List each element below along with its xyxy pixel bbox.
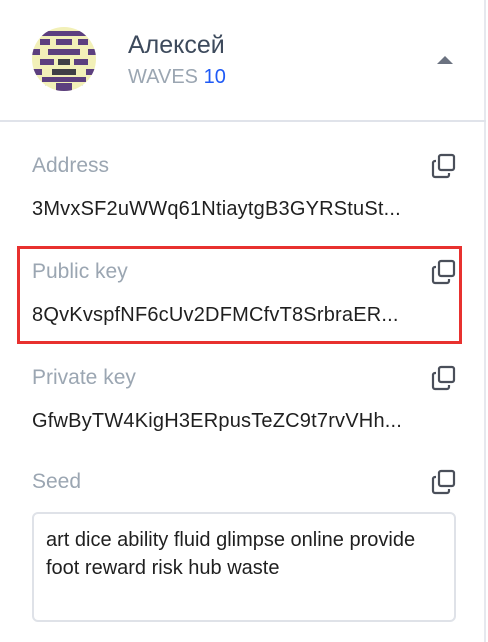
seed-textarea[interactable]: art dice ability fluid glimpse online pr… bbox=[32, 512, 456, 622]
public-key-field: Public key 8QvKvspfNF6cUv2DFMCfvT8SrbraE… bbox=[20, 246, 464, 346]
copy-icon bbox=[431, 365, 456, 391]
copy-icon bbox=[431, 259, 456, 285]
copy-seed-button[interactable] bbox=[430, 468, 458, 496]
copy-icon bbox=[431, 153, 456, 179]
copy-address-button[interactable] bbox=[430, 152, 458, 180]
copy-public-key-button[interactable] bbox=[430, 258, 458, 286]
address-field: Address 3MvxSF2uWWq61NtiaytgB3GYRStuSt..… bbox=[20, 152, 464, 240]
private-key-field: Private key GfwByTW4KigH3ERpusTeZC9t7rvV… bbox=[20, 364, 464, 454]
private-key-value[interactable]: GfwByTW4KigH3ERpusTeZC9t7rvVHh... bbox=[32, 408, 452, 434]
copy-private-key-button[interactable] bbox=[430, 364, 458, 392]
seed-field: Seed art dice ability fluid glimpse onli… bbox=[20, 468, 464, 642]
chevron-up-icon bbox=[437, 56, 453, 64]
seed-label: Seed bbox=[32, 470, 82, 493]
identicon-avatar bbox=[32, 27, 96, 91]
private-key-label: Private key bbox=[32, 366, 136, 389]
account-panel: Алексей WAVES 10 Address 3MvxSF2uWWq61Nt… bbox=[0, 0, 486, 642]
balance-asset: WAVES bbox=[128, 66, 199, 88]
avatar bbox=[32, 27, 96, 91]
account-header: Алексей WAVES 10 bbox=[0, 0, 486, 122]
public-key-value[interactable]: 8QvKvspfNF6cUv2DFMCfvT8SrbraER... bbox=[32, 302, 452, 328]
balance-amount: 10 bbox=[203, 66, 226, 88]
public-key-label: Public key bbox=[32, 260, 128, 283]
address-label: Address bbox=[32, 154, 110, 177]
collapse-button[interactable] bbox=[428, 50, 462, 72]
copy-icon bbox=[431, 469, 456, 495]
account-name: Алексей bbox=[128, 31, 225, 59]
account-balance: WAVES 10 bbox=[128, 64, 226, 90]
address-value[interactable]: 3MvxSF2uWWq61NtiaytgB3GYRStuSt... bbox=[32, 196, 452, 222]
